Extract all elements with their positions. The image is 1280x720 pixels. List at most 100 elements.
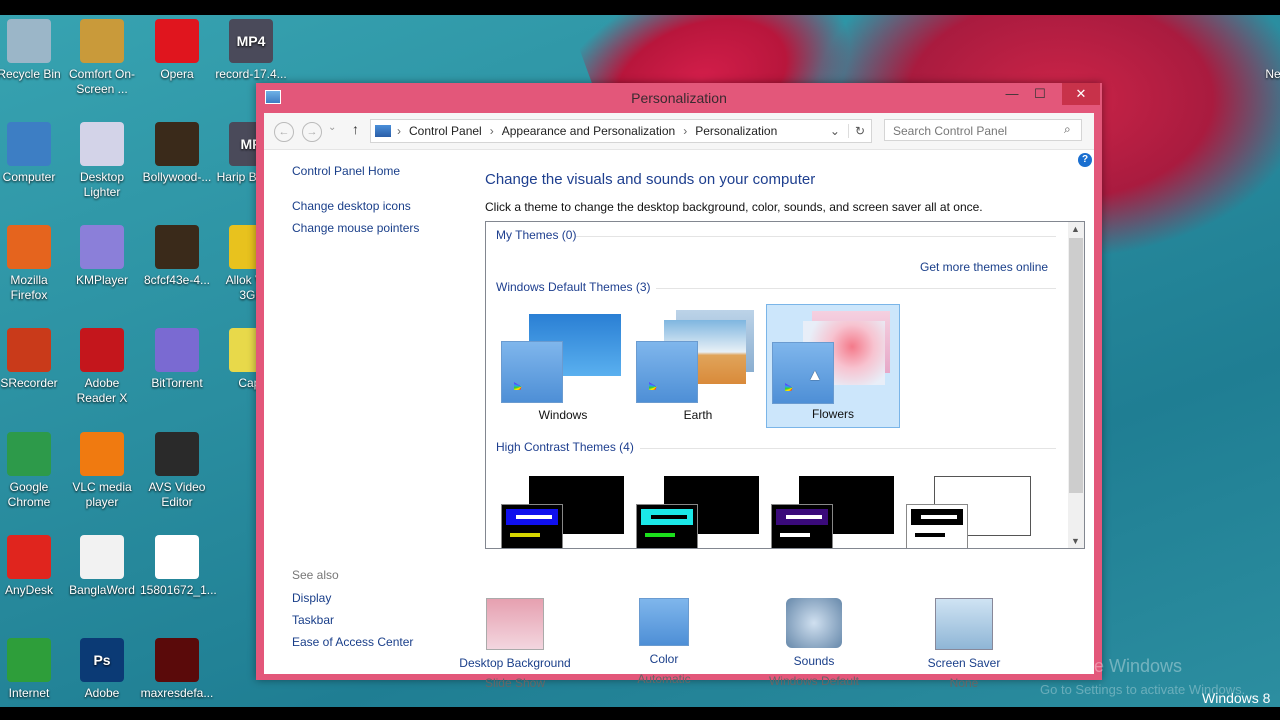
desktop-icon[interactable]: BanglaWord <box>65 535 139 598</box>
desktop-icon[interactable]: BitTorrent <box>140 328 214 391</box>
vlc-icon <box>80 432 124 476</box>
candle-icon <box>80 122 124 166</box>
theme-windows[interactable]: Windows <box>496 304 630 428</box>
desktop-icon-label: 15801672_1... <box>140 583 217 597</box>
desktop-icon[interactable]: Bollywood-... <box>140 122 214 185</box>
forward-button[interactable]: → <box>302 122 322 142</box>
desktop-icon-partial[interactable]: Ne <box>1258 67 1280 82</box>
photoshop-icon: Ps <box>80 638 124 682</box>
recent-locations-button[interactable]: ⌄ <box>328 122 336 133</box>
taskbar-link[interactable]: Taskbar <box>292 613 413 627</box>
address-bar[interactable]: › Control Panel › Appearance and Persona… <box>370 119 872 143</box>
document-thumb-icon <box>155 535 199 579</box>
desktop-icon[interactable]: AVS Video Editor <box>140 432 214 510</box>
desktop-icon[interactable]: SRecorder <box>0 328 66 391</box>
window-client: ← → ⌄ ↑ › Control Panel › Appearance and… <box>264 113 1094 690</box>
page-heading: Change the visuals and sounds on your co… <box>485 171 816 188</box>
sounds-icon <box>786 598 842 648</box>
desktop-icon[interactable]: Ps Adobe <box>65 638 139 701</box>
desktop-icon[interactable]: VLC media player <box>65 432 139 510</box>
desktop-icon[interactable]: Adobe Reader X <box>65 328 139 406</box>
desktop-icon[interactable]: maxresdefa... <box>140 638 214 701</box>
recycle-bin-icon <box>7 19 51 63</box>
desktop-icon[interactable]: KMPlayer <box>65 225 139 288</box>
setting-label[interactable]: Screen Saver <box>889 656 1039 670</box>
desktop-icon[interactable]: MP4 record-17.4... <box>214 19 288 82</box>
search-input[interactable]: Search Control Panel <box>884 119 1082 141</box>
computer-icon <box>7 122 51 166</box>
desktop-icon[interactable]: Recycle Bin <box>0 19 66 82</box>
breadcrumb-personalization[interactable]: Personalization <box>695 124 777 138</box>
see-also-label: See also <box>292 568 339 582</box>
bittorrent-icon <box>155 328 199 372</box>
desktop-background-icon <box>486 598 544 650</box>
mp4-file-icon: MP4 <box>229 19 273 63</box>
close-button[interactable]: ✕ <box>1062 83 1100 105</box>
setting-label[interactable]: Color <box>589 652 739 666</box>
display-link[interactable]: Display <box>292 591 413 605</box>
desktop-icon[interactable]: Computer <box>0 122 66 185</box>
change-mouse-pointers-link[interactable]: Change mouse pointers <box>292 221 472 235</box>
desktop-icon[interactable]: Opera <box>140 19 214 82</box>
get-more-themes-link[interactable]: Get more themes online <box>920 260 1048 274</box>
theme-earth[interactable]: Earth <box>631 304 765 428</box>
color-palette-setting[interactable]: Color Automatic <box>589 598 739 686</box>
minimize-button[interactable]: — <box>998 83 1026 105</box>
opera-icon <box>155 19 199 63</box>
theme-list-scrollbar[interactable]: ▲ ▼ <box>1068 222 1084 548</box>
adobe-reader-icon <box>80 328 124 372</box>
video-thumb-icon <box>155 638 199 682</box>
personalization-window: Personalization — ☐ ✕ ← → ⌄ ↑ › Control … <box>256 83 1102 690</box>
video-thumb-icon <box>155 225 199 269</box>
back-button[interactable]: ← <box>274 122 294 142</box>
desktop-background-setting[interactable]: Desktop Background Slide Show <box>440 598 590 690</box>
desktop-icon-label: Adobe <box>84 686 120 700</box>
desktop-icon[interactable]: 8cfcf43e-4... <box>140 225 214 288</box>
refresh-icon[interactable]: ↻ <box>847 124 871 138</box>
color-fan-icon <box>501 341 563 403</box>
search-icon[interactable]: ⌕ <box>1064 122 1071 137</box>
color-palette-icon <box>639 598 689 646</box>
desktop-icon[interactable]: 15801672_1... <box>140 535 217 598</box>
scrollbar-thumb[interactable] <box>1069 238 1083 493</box>
activate-windows-watermark: Activate Windows <box>1040 656 1183 676</box>
breadcrumb-control-panel[interactable]: Control Panel <box>409 124 482 138</box>
desktop-icon[interactable]: AnyDesk <box>0 535 66 598</box>
scroll-down-icon[interactable]: ▼ <box>1071 536 1080 546</box>
setting-label[interactable]: Sounds <box>739 654 889 668</box>
desktop-icon[interactable]: Google Chrome <box>0 432 66 510</box>
maximize-button[interactable]: ☐ <box>1026 83 1054 105</box>
anydesk-icon <box>7 535 51 579</box>
navigation-bar: ← → ⌄ ↑ › Control Panel › Appearance and… <box>264 113 1094 150</box>
theme-flowers[interactable]: ▲ Flowers <box>766 304 900 428</box>
help-icon[interactable]: ? <box>1078 153 1092 167</box>
desktop-icon[interactable]: Internet <box>0 638 66 701</box>
desktop-icon[interactable]: Mozilla Firefox <box>0 225 66 303</box>
my-themes-header[interactable]: My Themes (0) <box>496 228 576 242</box>
desktop-icon-label: AnyDesk <box>4 583 54 597</box>
desktop-icon[interactable]: Desktop Lighter <box>65 122 139 200</box>
breadcrumb-appearance[interactable]: Appearance and Personalization <box>502 124 675 138</box>
idm-icon <box>7 638 51 682</box>
control-panel-home-link[interactable]: Control Panel Home <box>292 164 472 178</box>
screen-saver-setting[interactable]: Screen Saver None <box>889 598 1039 690</box>
banglaword-icon <box>80 535 124 579</box>
title-bar[interactable]: Personalization — ☐ ✕ <box>256 83 1102 113</box>
desktop-icon[interactable]: Comfort On-Screen ... <box>65 19 139 97</box>
change-desktop-icons-link[interactable]: Change desktop icons <box>292 199 472 213</box>
page-subtitle: Click a theme to change the desktop back… <box>485 200 983 214</box>
up-button[interactable]: ↑ <box>352 121 359 137</box>
chrome-icon <box>7 432 51 476</box>
theme-name: Flowers <box>811 407 854 421</box>
scroll-up-icon[interactable]: ▲ <box>1071 224 1080 234</box>
keyboard-icon <box>80 19 124 63</box>
sounds-setting[interactable]: Sounds Windows Default <box>739 598 889 688</box>
desktop-icon-label: Desktop Lighter <box>79 170 125 199</box>
desktop-icon-label: Computer <box>2 170 56 184</box>
high-contrast-header[interactable]: High Contrast Themes (4) <box>496 440 634 454</box>
setting-label[interactable]: Desktop Background <box>440 656 590 670</box>
ease-of-access-link[interactable]: Ease of Access Center <box>292 635 413 649</box>
default-themes-header[interactable]: Windows Default Themes (3) <box>496 280 651 294</box>
address-dropdown-icon[interactable]: ⌄ <box>830 124 840 138</box>
windows-version-label: Windows 8 <box>1202 690 1271 706</box>
